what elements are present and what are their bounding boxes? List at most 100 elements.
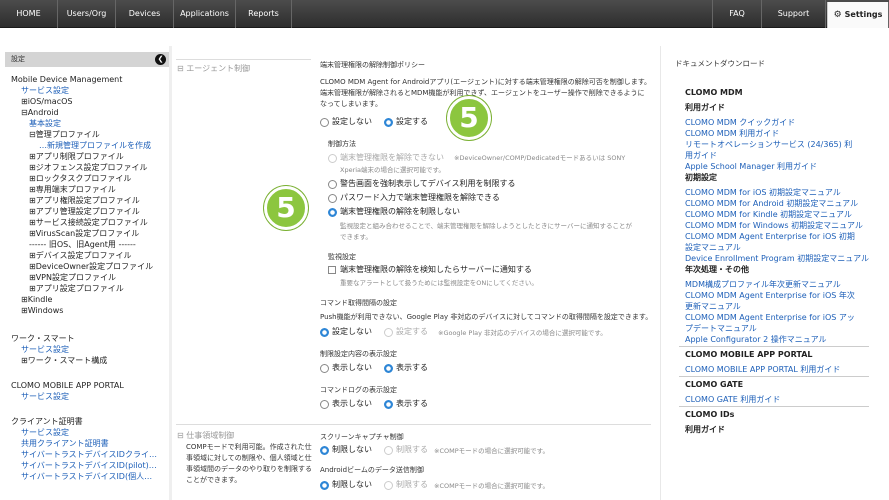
beam-yes-label[interactable]: 制限する — [396, 480, 428, 490]
doc-link[interactable]: 更新マニュアル — [685, 302, 741, 312]
doc-link[interactable]: 用ガイド — [685, 151, 717, 161]
doc-link[interactable]: CLOMO MDM for Windows 初期設定マニュアル — [685, 221, 863, 231]
sidebar-item[interactable]: ⊞DeviceOwner設定プロファイル — [29, 261, 153, 272]
doc-link[interactable]: CLOMO MOBILE APP PORTAL 利用ガイド — [685, 365, 840, 375]
nav-settings[interactable]: ⚙ Settings — [827, 2, 889, 28]
monitor-label[interactable]: 端末管理権限の解除を検知したらサーバーに通知する — [340, 265, 532, 275]
nav-faq[interactable]: FAQ — [712, 0, 762, 28]
capture-no-label[interactable]: 制限しない — [332, 445, 372, 455]
doc-link[interactable]: CLOMO GATE 利用ガイド — [685, 395, 780, 405]
doc-link[interactable]: MDM構成プロファイル年次更新マニュアル — [685, 280, 841, 290]
section-work-profile[interactable]: ⊟ 仕事領域制御 — [177, 430, 234, 441]
nav-home[interactable]: HOME — [0, 0, 58, 28]
cmd-yes-label[interactable]: 設定する — [396, 327, 428, 337]
method-4-radio[interactable] — [328, 208, 337, 217]
sidebar-item[interactable]: サイバートラストデバイスIDクライ… — [21, 449, 157, 460]
sidebar-item[interactable]: ワーク・スマート — [11, 333, 75, 344]
capture-no-radio[interactable] — [320, 446, 329, 455]
restrict-no-radio[interactable] — [320, 364, 329, 373]
sidebar-item[interactable]: サイバートラストデバイスID(個人… — [21, 471, 152, 482]
sidebar-item[interactable]: サービス設定 — [21, 344, 69, 355]
beam-no-label[interactable]: 制限しない — [332, 480, 372, 490]
policy-yes-label[interactable]: 設定する — [396, 117, 428, 127]
sidebar-item[interactable]: 共用クライアント証明書 — [21, 438, 109, 449]
sidebar-item[interactable]: サービス設定 — [21, 427, 69, 438]
beam-no-radio[interactable] — [320, 481, 329, 490]
log-yes-radio[interactable] — [384, 400, 393, 409]
sidebar-item[interactable]: 基本設定 — [29, 118, 61, 129]
collapse-sidebar-icon[interactable]: ❮ — [155, 54, 166, 65]
capture-yes-label[interactable]: 制限する — [396, 445, 428, 455]
sidebar-item[interactable]: ⊞アプリ設定プロファイル — [29, 283, 124, 294]
sidebar-item[interactable]: ⊞VPN設定プロファイル — [29, 272, 116, 283]
doc-link[interactable]: CLOMO MDM for Android 初期設定マニュアル — [685, 199, 858, 209]
doc-link[interactable]: Apple School Manager 利用ガイド — [685, 162, 817, 172]
log-yes-label[interactable]: 表示する — [396, 399, 428, 409]
restrict-yes-label[interactable]: 表示する — [396, 363, 428, 373]
doc-link[interactable]: CLOMO MDM for Kindle 初期設定マニュアル — [685, 210, 852, 220]
doc-link[interactable]: CLOMO MDM Agent Enterprise for iOS 年次 — [685, 291, 855, 301]
sidebar-item[interactable]: ⊞Kindle — [21, 294, 52, 305]
sidebar-item[interactable]: ⊞アプリ権限設定プロファイル — [29, 195, 140, 206]
sidebar-item[interactable]: ------ 旧OS、旧Agent用 ------ — [29, 239, 136, 250]
doc-link[interactable]: CLOMO MDM Agent Enterprise for iOS 初期 — [685, 232, 855, 242]
nav-devices[interactable]: Devices — [116, 0, 174, 28]
doc-link[interactable]: CLOMO MDM クイックガイド — [685, 118, 795, 128]
sidebar-item[interactable]: ⊞専用端末プロファイル — [29, 184, 116, 195]
doc-link[interactable]: CLOMO MDM Agent Enterprise for iOS アッ — [685, 313, 855, 323]
policy-no-radio[interactable] — [320, 118, 329, 127]
policy-no-label[interactable]: 設定しない — [332, 117, 372, 127]
sidebar-item[interactable]: ⊞ワーク・スマート構成 — [21, 355, 107, 366]
sidebar-item[interactable]: サービス設定 — [21, 85, 69, 96]
doc-link[interactable]: CLOMO MDM for iOS 初期設定マニュアル — [685, 188, 841, 198]
sidebar-item[interactable]: ⊟管理プロファイル — [29, 129, 100, 140]
sidebar-item[interactable]: ⊟Android — [21, 107, 59, 118]
sidebar-item[interactable]: ⊞デバイス設定プロファイル — [29, 250, 131, 261]
sidebar-item[interactable]: ⊞ロックタスクプロファイル — [29, 173, 131, 184]
sidebar-item[interactable]: Mobile Device Management — [11, 74, 122, 85]
method-3-label[interactable]: パスワード入力で端末管理権限を解除できる — [340, 193, 500, 203]
policy-yes-radio[interactable] — [384, 118, 393, 127]
doc-link[interactable]: Device Enrollment Program 初期設定マニュアル — [685, 254, 869, 264]
doc-link[interactable]: CLOMO MDM 利用ガイド — [685, 129, 779, 139]
nav-support[interactable]: Support — [762, 0, 826, 28]
sidebar-item[interactable]: クライアント証明書 — [11, 416, 83, 427]
nav-reports[interactable]: Reports — [236, 0, 292, 28]
sidebar-item[interactable]: CLOMO MOBILE APP PORTAL — [11, 380, 124, 391]
capture-note: ※COMPモードの場合に選択可能です。 — [434, 447, 549, 455]
sidebar-item[interactable]: ⊞VirusScan設定プロファイル — [29, 228, 139, 239]
sidebar-item[interactable]: サイバートラストデバイスID(pilot)… — [21, 460, 157, 471]
nav-users-org[interactable]: Users/Org — [58, 0, 116, 28]
restrict-no-label[interactable]: 表示しない — [332, 363, 372, 373]
sidebar-item[interactable]: ⊞Windows — [21, 305, 63, 316]
section-agent-control[interactable]: ⊟ エージェント制御 — [177, 63, 250, 74]
sidebar-item[interactable]: …新規管理プロファイルを作成 — [39, 140, 151, 151]
log-no-label[interactable]: 表示しない — [332, 399, 372, 409]
sidebar-item[interactable]: ⊞ジオフェンス設定プロファイル — [29, 162, 148, 173]
cmd-yes-radio[interactable] — [384, 328, 393, 337]
doc-link[interactable]: プデートマニュアル — [685, 324, 757, 334]
monitor-checkbox[interactable] — [328, 266, 336, 274]
restrict-yes-radio[interactable] — [384, 364, 393, 373]
beam-yes-radio[interactable] — [384, 481, 393, 490]
doc-link[interactable]: Apple Configurator 2 操作マニュアル — [685, 335, 827, 345]
method-1-label[interactable]: 端末管理権限を解除できない — [340, 153, 444, 163]
sidebar-item[interactable]: ⊞iOS/macOS — [21, 96, 72, 107]
sidebar-item[interactable]: サービス設定 — [21, 391, 69, 402]
sidebar-item[interactable]: ⊞アプリ制限プロファイル — [29, 151, 124, 162]
method-3-radio[interactable] — [328, 194, 337, 203]
cmd-no-label[interactable]: 設定しない — [332, 327, 372, 337]
method-2-label[interactable]: 警告画面を強制表示してデバイス利用を制限する — [340, 179, 516, 189]
method-1-radio[interactable] — [328, 154, 337, 163]
sidebar-item[interactable]: ⊞サービス接続設定プロファイル — [29, 217, 148, 228]
nav-applications[interactable]: Applications — [174, 0, 236, 28]
doc-link[interactable]: 設定マニュアル — [685, 243, 741, 253]
method-4-label[interactable]: 端末管理権限の解除を制限しない — [340, 207, 460, 217]
capture-yes-radio[interactable] — [384, 446, 393, 455]
sidebar-item[interactable]: ⊞アプリ管理設定プロファイル — [29, 206, 140, 217]
method-2-radio[interactable] — [328, 180, 337, 189]
restrict-title: 制限設定内容の表示設定 — [320, 350, 397, 358]
log-no-radio[interactable] — [320, 400, 329, 409]
doc-link[interactable]: リモートオペレーションサービス (24/365) 利 — [685, 140, 852, 150]
cmd-no-radio[interactable] — [320, 328, 329, 337]
